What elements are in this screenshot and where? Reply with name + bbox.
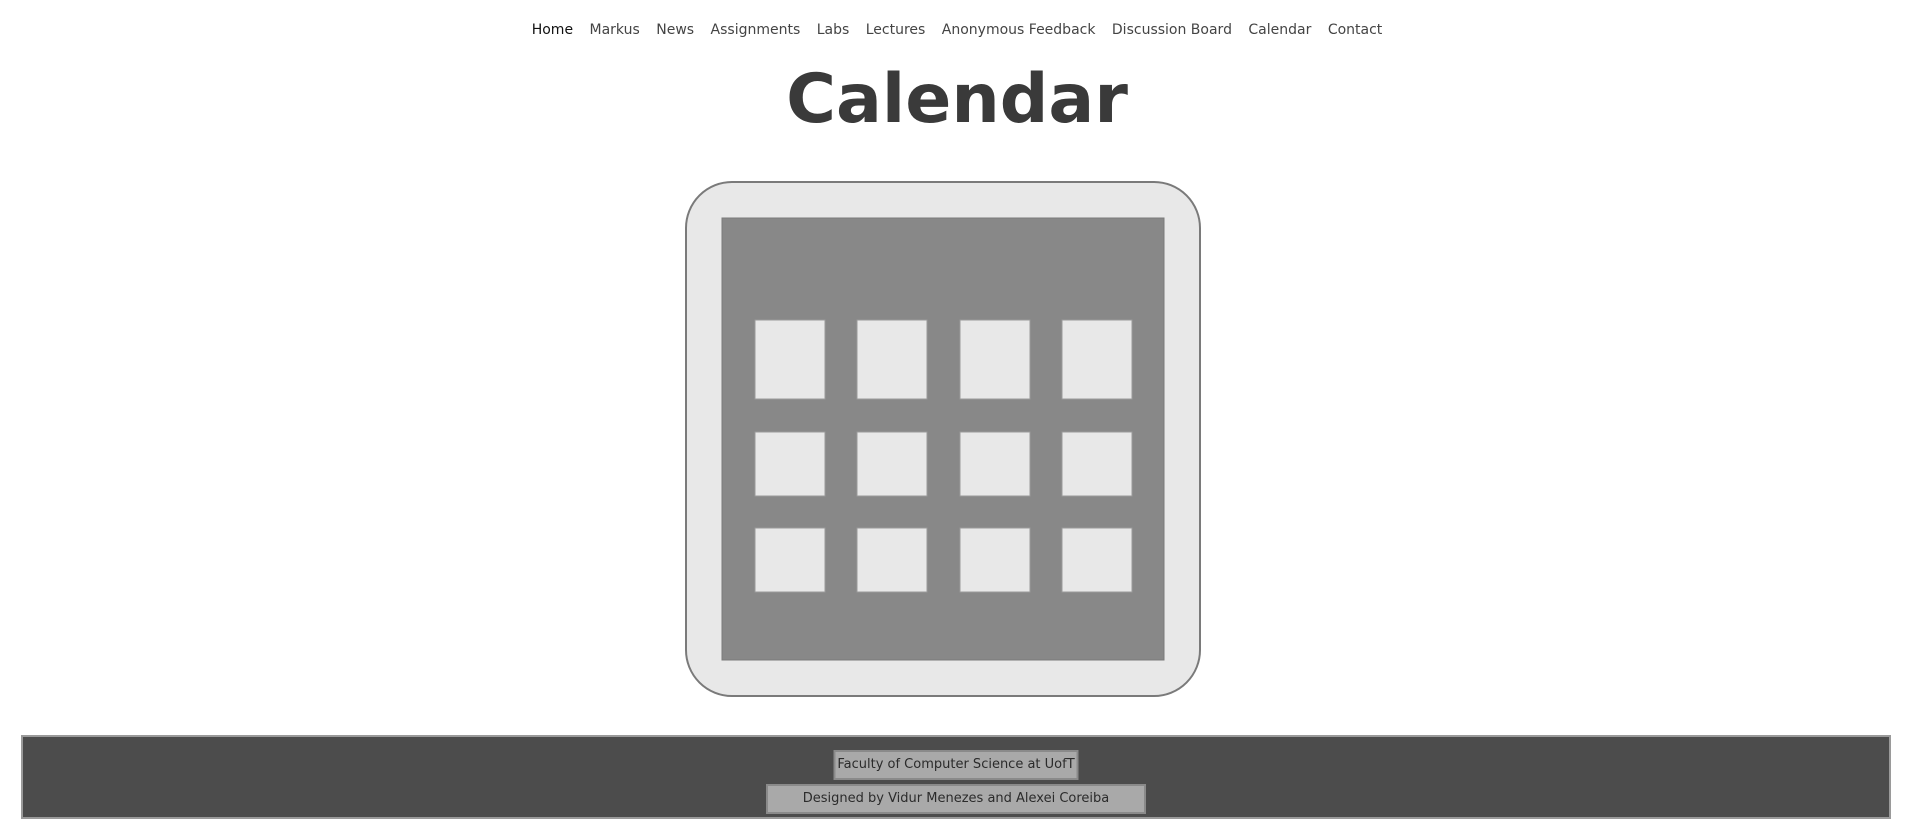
- nav-link-contact[interactable]: Contact: [1328, 18, 1382, 42]
- top-nav: Home Markus News Assignments Labs Lectur…: [0, 18, 1914, 42]
- nav-link-lectures[interactable]: Lectures: [866, 18, 926, 42]
- calendar-cell: [754, 431, 826, 497]
- calendar-icon: [685, 181, 1201, 697]
- nav-link-labs[interactable]: Labs: [817, 18, 850, 42]
- calendar-cell: [856, 319, 928, 400]
- calendar-cell: [959, 319, 1031, 400]
- footer: Faculty of Computer Science at UofT Desi…: [21, 735, 1891, 819]
- footer-credits-text: Designed by Vidur Menezes and Alexei Cor…: [766, 784, 1146, 814]
- calendar-cell: [856, 527, 928, 593]
- nav-link-discussion-board[interactable]: Discussion Board: [1112, 18, 1232, 42]
- nav-link-anonymous-feedback[interactable]: Anonymous Feedback: [942, 18, 1096, 42]
- footer-faculty-text: Faculty of Computer Science at UofT: [833, 750, 1079, 780]
- calendar-cell: [754, 319, 826, 400]
- calendar-cell: [856, 431, 928, 497]
- page-title: Calendar: [786, 60, 1128, 139]
- calendar-cell: [959, 527, 1031, 593]
- calendar-cell: [1061, 527, 1133, 593]
- nav-link-calendar[interactable]: Calendar: [1248, 18, 1311, 42]
- calendar-cell: [754, 527, 826, 593]
- calendar-cell: [959, 431, 1031, 497]
- nav-link-news[interactable]: News: [656, 18, 694, 42]
- nav-link-home[interactable]: Home: [532, 18, 573, 42]
- calendar-cell: [1061, 319, 1133, 400]
- page: Home Markus News Assignments Labs Lectur…: [0, 0, 1914, 840]
- nav-link-markus[interactable]: Markus: [590, 18, 640, 42]
- nav-link-assignments[interactable]: Assignments: [711, 18, 801, 42]
- calendar-cell: [1061, 431, 1133, 497]
